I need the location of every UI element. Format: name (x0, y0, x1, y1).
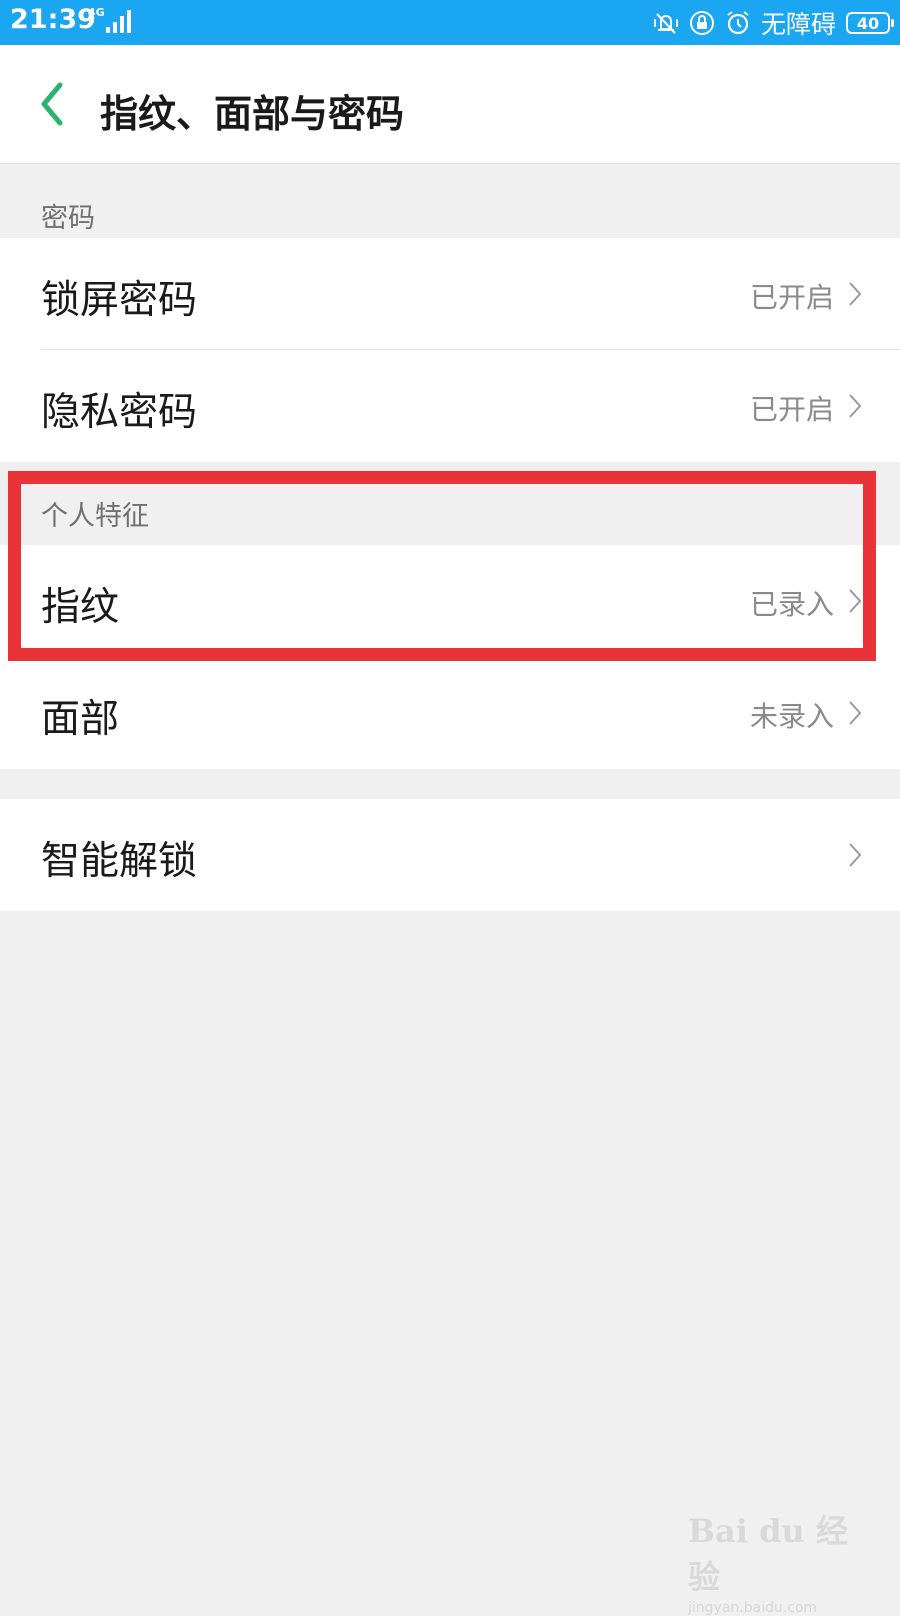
chevron-right-icon (849, 701, 862, 725)
section-label-password: 密码 (41, 203, 95, 234)
chevron-left-icon[interactable] (36, 81, 70, 127)
smart-unlock-row[interactable]: 智能解锁 (0, 799, 900, 911)
row-title: 智能解锁 (41, 839, 198, 884)
row-title: 面部 (41, 697, 120, 742)
chevron-right-icon (849, 394, 862, 418)
section-label-biometrics: 个人特征 (41, 501, 149, 532)
lock-rotation-icon (689, 11, 714, 35)
battery-level: 40 (856, 13, 880, 33)
watermark: Bai du 经验 jingyan.baidu.com (688, 1506, 858, 1616)
row-status: 未录入 (749, 700, 834, 733)
battery-icon: 40 (846, 12, 894, 34)
page-header: 指纹、面部与密码 (0, 45, 900, 164)
row-status: 已录入 (749, 588, 834, 621)
page-title: 指纹、面部与密码 (100, 92, 405, 136)
row-title: 指纹 (41, 585, 120, 630)
alarm-icon (727, 11, 749, 35)
status-time: 21:39 (10, 4, 96, 35)
status-bar: 21:39 4G 无障碍 40 (0, 0, 900, 45)
row-status: 已开启 (749, 393, 834, 426)
chevron-right-icon (849, 589, 862, 613)
row-status: 已开启 (749, 281, 834, 314)
accessibility-label: 无障碍 (760, 10, 836, 39)
watermark-logo: Bai du 经验 (688, 1512, 848, 1596)
row-title: 隐私密码 (41, 390, 198, 435)
biometrics-group: 指纹 已录入 面部 未录入 (0, 545, 900, 769)
smart-unlock-group: 智能解锁 (0, 799, 900, 911)
row-title: 锁屏密码 (41, 278, 198, 323)
fingerprint-row[interactable]: 指纹 已录入 (0, 545, 900, 657)
password-group: 锁屏密码 已开启 隐私密码 已开启 (0, 238, 900, 462)
network-type: 4G (88, 6, 105, 19)
chevron-right-icon (849, 843, 862, 867)
chevron-right-icon (849, 282, 862, 306)
face-row[interactable]: 面部 未录入 (0, 657, 900, 769)
lock-screen-password-row[interactable]: 锁屏密码 已开启 (0, 238, 900, 350)
watermark-url: jingyan.baidu.com (688, 1600, 818, 1616)
privacy-password-row[interactable]: 隐私密码 已开启 (0, 350, 900, 462)
vibrate-icon (653, 13, 678, 34)
signal-icon (106, 10, 131, 33)
